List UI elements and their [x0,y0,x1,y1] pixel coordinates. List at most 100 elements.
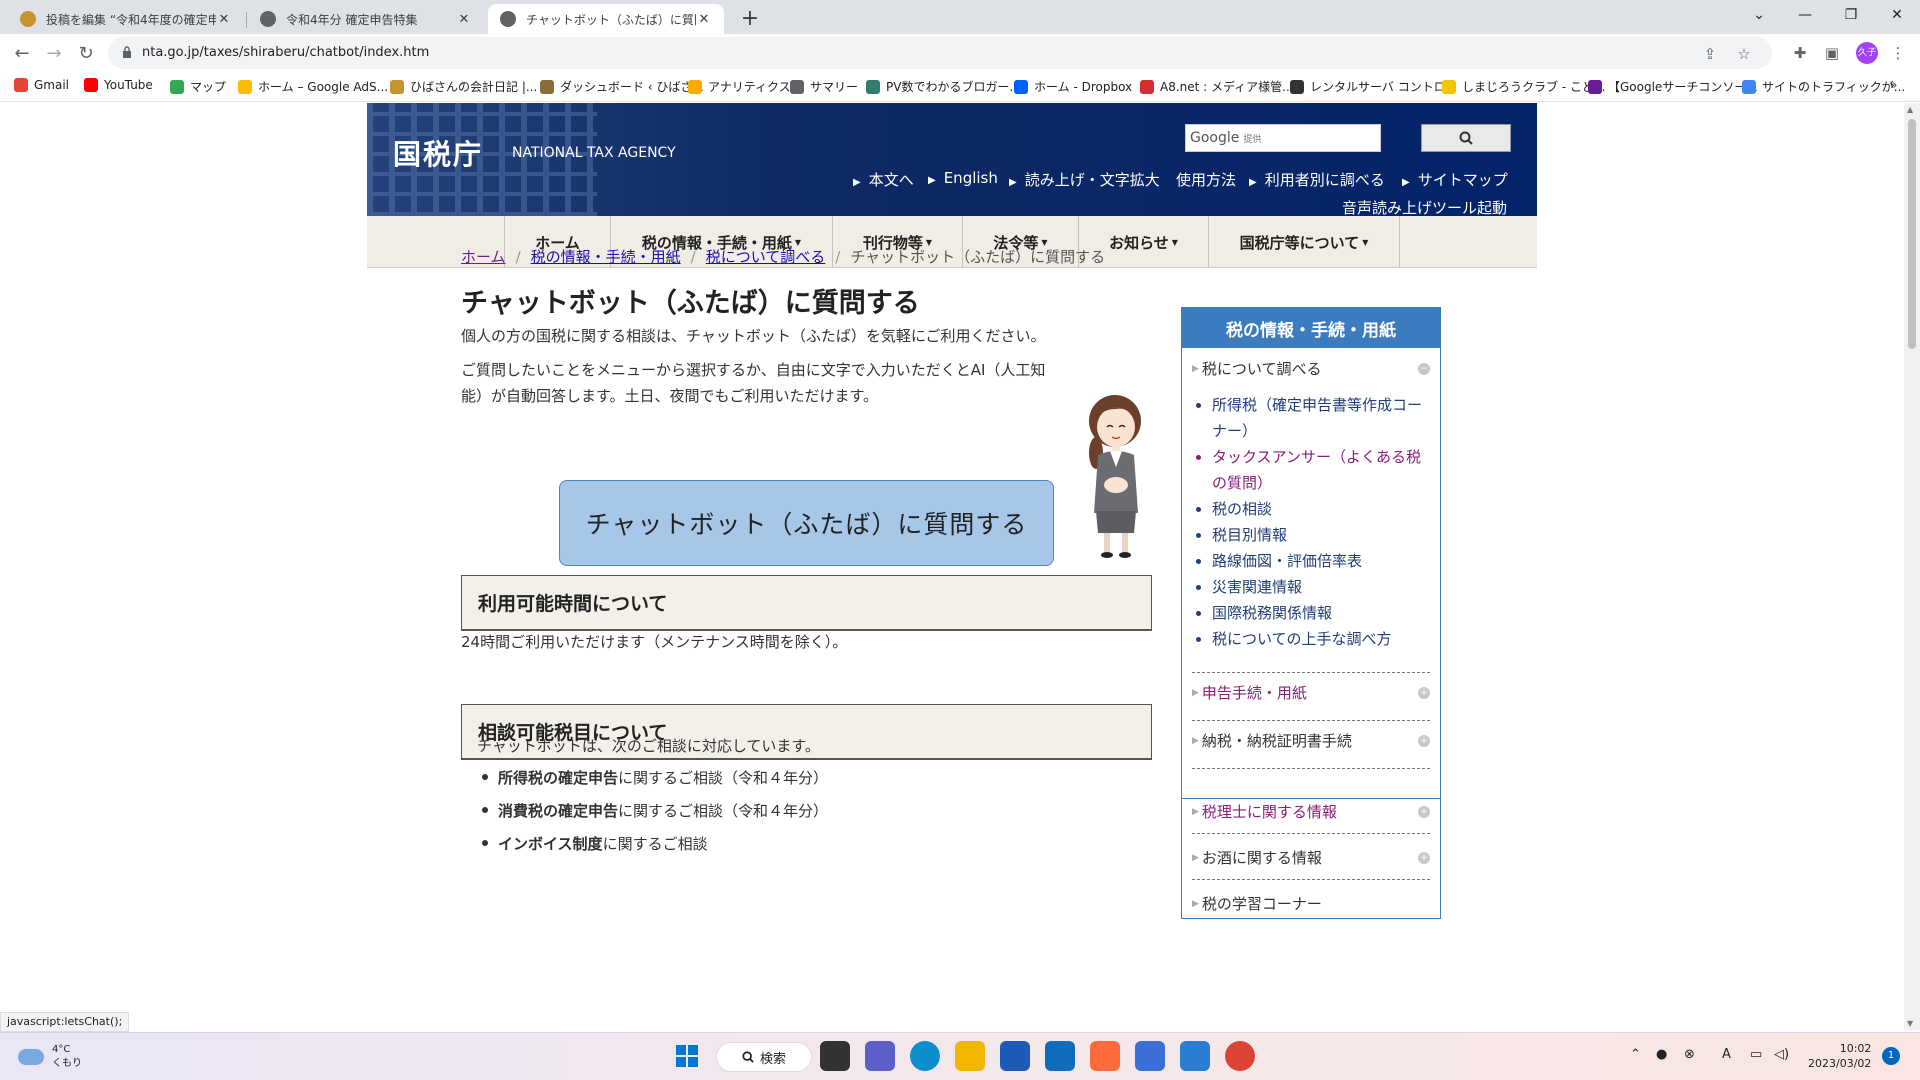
minimize-button[interactable]: — [1782,0,1828,30]
side-nav-group[interactable]: ▶ 税の学習コーナー [1192,893,1430,914]
close-icon[interactable]: ✕ [216,12,232,27]
mail-icon[interactable] [1045,1041,1075,1071]
bookmarks-overflow-icon[interactable]: » [1890,78,1897,92]
site-search-input[interactable]: Google 提供 [1185,124,1381,152]
back-icon[interactable]: ← [8,40,36,68]
network-icon[interactable]: ▭ [1750,1047,1762,1062]
util-link-by-user[interactable]: ▶ 利用者別に調べる [1249,169,1385,190]
window-close-button[interactable]: ✕ [1874,0,1920,30]
bookmark-item[interactable]: ひばさんの会計日記 |... [390,78,537,95]
share-icon[interactable]: ⇪ [1698,43,1722,65]
breadcrumb-home[interactable]: ホーム [461,248,506,266]
util-link-english[interactable]: ▶ English [928,169,998,187]
bookmark-label: 【Googleサーチコンソー... [1608,80,1758,94]
bookmark-item[interactable]: マップ [170,78,226,95]
browser-tab-1[interactable]: 投稿を編集 “令和4年度の確定申告 ✕ [8,4,244,34]
tray-close-icon[interactable]: ⊗ [1684,1047,1695,1062]
reload-icon[interactable]: ↻ [72,40,100,68]
side-sub-item[interactable]: 所得税（確定申告書等作成コーナー） [1196,392,1427,444]
breadcrumb-tax-info[interactable]: 税の情報・手続・用紙 [531,248,681,266]
chatbot-launch-button[interactable]: チャットボット（ふたば）に質問する [559,480,1054,566]
clock[interactable]: 10:02 2023/03/02 [1808,1041,1871,1071]
browser-toolbar: ← → ↻ nta.go.jp/taxes/shiraberu/chatbot/… [0,34,1920,72]
side-nav-current-group[interactable]: ▶ 税について調べる − [1192,358,1430,379]
profile-avatar[interactable]: 久子 [1856,42,1878,64]
bookmark-item[interactable]: ダッシュボード ‹ ひばさ... [540,78,704,95]
edge-icon[interactable] [910,1041,940,1071]
breadcrumb-tax-research[interactable]: 税について調べる [706,248,826,266]
scroll-down-icon: ▼ [1907,1019,1914,1028]
divider [1192,879,1430,880]
address-bar[interactable]: nta.go.jp/taxes/shiraberu/chatbot/index.… [108,37,1772,69]
close-icon[interactable]: ✕ [456,12,472,27]
site-search-button[interactable] [1421,124,1511,152]
tab-divider [246,12,247,28]
side-nav-group[interactable]: ▶ 税理士に関する情報 + [1192,801,1430,822]
desktop-app-icon[interactable] [1180,1041,1210,1071]
bookmark-item[interactable]: Gmail [14,78,69,92]
intro-text-2a: ご質問したいことをメニューから選択するか、自由に文字で入力いただくとAI（人工知 [461,361,1046,379]
side-sub-item[interactable]: 災害関連情報 [1196,574,1427,600]
side-nav: 税の情報・手続・用紙 ▶ 税について調べる − 所得税（確定申告書等作成コーナー） … [1181,307,1441,799]
side-sub-item[interactable]: 国際税務関係情報 [1196,600,1427,626]
side-nav-group[interactable]: ▶ 納税・納税証明書手続 + [1192,730,1430,751]
browser-tab-3-active[interactable]: チャットボット（ふたば）に質問する ✕ [488,4,724,34]
side-sub-item[interactable]: 税の相談 [1196,496,1427,522]
side-sub-item[interactable]: 税目別情報 [1196,522,1427,548]
side-sub-item[interactable]: タックスアンサー（よくある税の質問） [1196,444,1427,496]
volume-icon[interactable]: ◁) [1774,1047,1789,1062]
bookmark-item[interactable]: レンタルサーバ コントロ... [1290,78,1457,95]
notification-badge[interactable]: 1 [1882,1047,1900,1065]
util-link-skip[interactable]: ▶ 本文へ [853,169,914,190]
bookmark-favicon-icon [1014,79,1028,94]
side-nav-group[interactable]: ▶ 申告手続・用紙 + [1192,682,1430,703]
side-panel-icon[interactable]: ▣ [1820,42,1844,64]
restore-button[interactable]: ❐ [1828,0,1874,30]
page-title: チャットボット（ふたば）に質問する [461,288,920,319]
extensions-icon[interactable]: ✚ [1788,42,1812,64]
caret-down-icon: ▼ [1362,237,1369,247]
bookmark-item[interactable]: PV数でわかるブロガー... [866,78,1021,95]
menu-kebab-icon[interactable]: ⋮ [1886,42,1910,64]
store-icon[interactable] [1000,1041,1030,1071]
forward-icon[interactable]: → [40,40,68,68]
teams-chat-icon[interactable] [865,1041,895,1071]
contacts-icon[interactable] [1135,1041,1165,1071]
bookmark-item[interactable]: 【Googleサーチコンソー... [1588,78,1758,95]
bookmark-item[interactable]: A8.net : メディア様管... [1140,78,1294,95]
util-link-read-aloud[interactable]: ▶ 読み上げ・文字拡大 [1009,169,1160,190]
chrome-icon[interactable] [1225,1041,1255,1071]
util-link-howto[interactable]: 使用方法 [1176,169,1236,190]
browser-tab-2[interactable]: 令和4年分 確定申告特集 ✕ [248,4,484,34]
gnav-about[interactable]: 国税庁等について ▼ [1208,216,1400,268]
bookmark-item[interactable]: ホーム - Dropbox [1014,78,1132,95]
bookmark-item[interactable]: しまじろうクラブ - こど... [1442,78,1605,95]
tab-search-chevron-icon[interactable]: ⌄ [1736,0,1782,30]
task-view-icon[interactable] [820,1041,850,1071]
side-sub-item[interactable]: 路線価図・評価倍率表 [1196,548,1427,574]
util-link-sitemap[interactable]: ▶ サイトマップ [1402,169,1508,190]
start-button[interactable] [672,1041,702,1071]
page-scrollbar[interactable]: ▲ ▼ [1904,103,1920,1030]
tray-app-icon[interactable]: ● [1656,1047,1667,1062]
weather-widget[interactable]: 4°C くもり [18,1043,82,1071]
new-tab-button[interactable]: + [736,6,764,32]
bookmark-item[interactable]: アナリティクス [688,78,791,95]
side-sub-item[interactable]: 税についての上手な調べ方 [1196,626,1427,652]
ime-icon[interactable]: A [1722,1047,1731,1062]
chevron-up-icon[interactable]: ⌃ [1630,1047,1641,1062]
bookmark-item[interactable]: サマリー [790,78,858,95]
bookmark-favicon-icon [170,79,184,94]
voice-tool-link[interactable]: 音声読み上げツール起動 [1342,197,1507,216]
file-explorer-icon[interactable] [955,1041,985,1071]
bookmark-star-icon[interactable]: ☆ [1732,43,1756,65]
nta-logo[interactable]: 国税庁 [393,133,483,173]
side-nav-group[interactable]: ▶ お酒に関する情報 + [1192,847,1430,868]
taskbar-search[interactable]: 検索 [716,1042,812,1072]
scrollbar-thumb[interactable] [1908,119,1916,349]
bookmark-item[interactable]: サイトのトラフィックが... [1742,78,1905,95]
close-icon[interactable]: ✕ [696,12,712,27]
bookmark-item[interactable]: YouTube [84,78,153,92]
bookmark-item[interactable]: ホーム – Google AdS... [238,78,388,95]
app-icon[interactable] [1090,1041,1120,1071]
